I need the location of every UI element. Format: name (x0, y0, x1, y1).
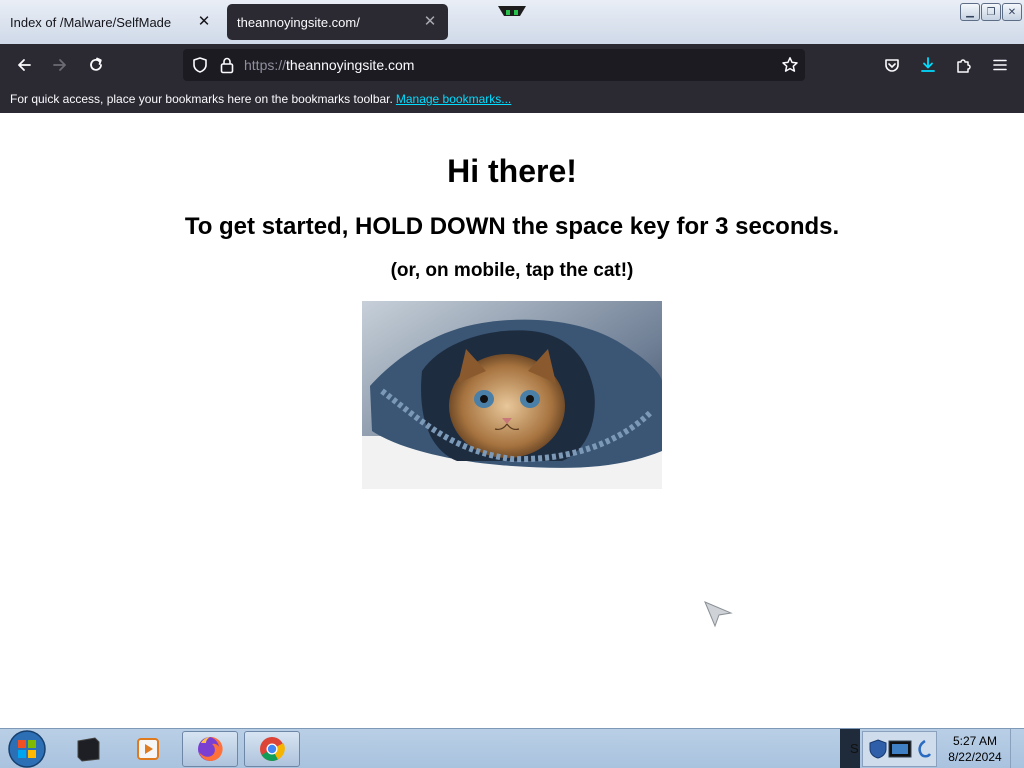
close-window-icon[interactable]: ✕ (1002, 3, 1022, 21)
hamburger-menu-icon (993, 59, 1007, 71)
tab-strip: Index of /Malware/SelfMade ✕ theannoying… (0, 0, 1024, 44)
manage-bookmarks-link[interactable]: Manage bookmarks... (396, 92, 511, 106)
tray-clock[interactable]: 5:27 AM 8/22/2024 (940, 733, 1010, 765)
padlock-icon[interactable] (219, 56, 235, 74)
forward-button[interactable] (47, 52, 73, 78)
close-tab-icon[interactable]: ✕ (422, 14, 438, 30)
star-icon[interactable] (781, 56, 799, 74)
reload-button[interactable] (83, 52, 109, 78)
mouse-pointer-icon (704, 601, 733, 628)
close-tab-icon[interactable]: ✕ (196, 14, 212, 30)
arrow-right-icon (53, 59, 66, 71)
pocket-button[interactable] (879, 52, 905, 78)
kitten-image[interactable] (362, 301, 662, 489)
address-bar[interactable]: https://theannoyingsite.com (183, 49, 805, 81)
show-desktop-button[interactable] (1010, 729, 1024, 768)
web-page: Hi there! To get started, HOLD DOWN the … (0, 113, 1024, 728)
network-monitor-icon[interactable] (887, 738, 913, 762)
system-tray: S 5:27 AM 8/22/2024 (840, 729, 1024, 768)
navigation-toolbar: https://theannoyingsite.com (0, 44, 1024, 85)
taskbar-firefox[interactable] (182, 731, 238, 767)
url-scheme: https:// (244, 57, 287, 73)
downloads-button[interactable] (915, 52, 941, 78)
pocket-icon (885, 59, 899, 72)
mobile-hint: (or, on mobile, tap the cat!) (390, 260, 634, 281)
bookmarks-toolbar: For quick access, place your bookmarks h… (0, 85, 1024, 113)
taskbar-chrome[interactable] (244, 731, 300, 767)
security-shield-icon[interactable] (867, 738, 889, 760)
clock-date: 8/22/2024 (948, 750, 1002, 764)
wallpaper-decoration-icon (498, 6, 526, 16)
start-orb-icon[interactable] (4, 729, 50, 768)
tab-title: theannoyingsite.com/ (237, 14, 360, 30)
app-menu-button[interactable] (987, 52, 1013, 78)
back-button[interactable] (11, 52, 37, 78)
page-heading: Hi there! (447, 153, 577, 189)
minimize-icon[interactable]: ▁ (960, 3, 980, 21)
taskbar-terminal-app[interactable] (60, 731, 116, 767)
reload-icon (90, 57, 102, 71)
tray-text: S (850, 741, 859, 756)
media-player-icon (137, 738, 159, 760)
tab-title: Index of /Malware/SelfMade (10, 14, 172, 30)
terminal-icon (77, 737, 100, 762)
page-instruction: To get started, HOLD DOWN the space key … (184, 213, 840, 240)
puzzle-piece-icon (957, 59, 971, 73)
tray-icons[interactable] (862, 731, 937, 767)
language-bar-icon[interactable] (915, 738, 935, 760)
clock-time: 5:27 AM (952, 734, 998, 748)
firefox-icon (198, 736, 223, 761)
restore-icon[interactable]: ❐ (981, 3, 1001, 21)
download-icon (921, 57, 935, 72)
tracking-protection-shield-icon[interactable] (191, 56, 209, 74)
tab-malware-index[interactable]: Index of /Malware/SelfMade ✕ (0, 4, 222, 40)
bookmarks-hint: For quick access, place your bookmarks h… (10, 92, 393, 106)
taskbar-media-player[interactable] (120, 731, 176, 767)
tab-annoying-site[interactable]: theannoyingsite.com/ ✕ (227, 4, 448, 40)
url-host: theannoyingsite.com (286, 57, 415, 73)
arrow-left-icon (18, 59, 31, 71)
window-controls: ▁ ❐ ✕ (960, 3, 1022, 21)
taskbar: S 5:27 AM 8/22/2024 (0, 728, 1024, 768)
extensions-button[interactable] (951, 52, 977, 78)
chrome-icon (260, 737, 285, 761)
url-text[interactable]: https://theannoyingsite.com (244, 57, 414, 73)
